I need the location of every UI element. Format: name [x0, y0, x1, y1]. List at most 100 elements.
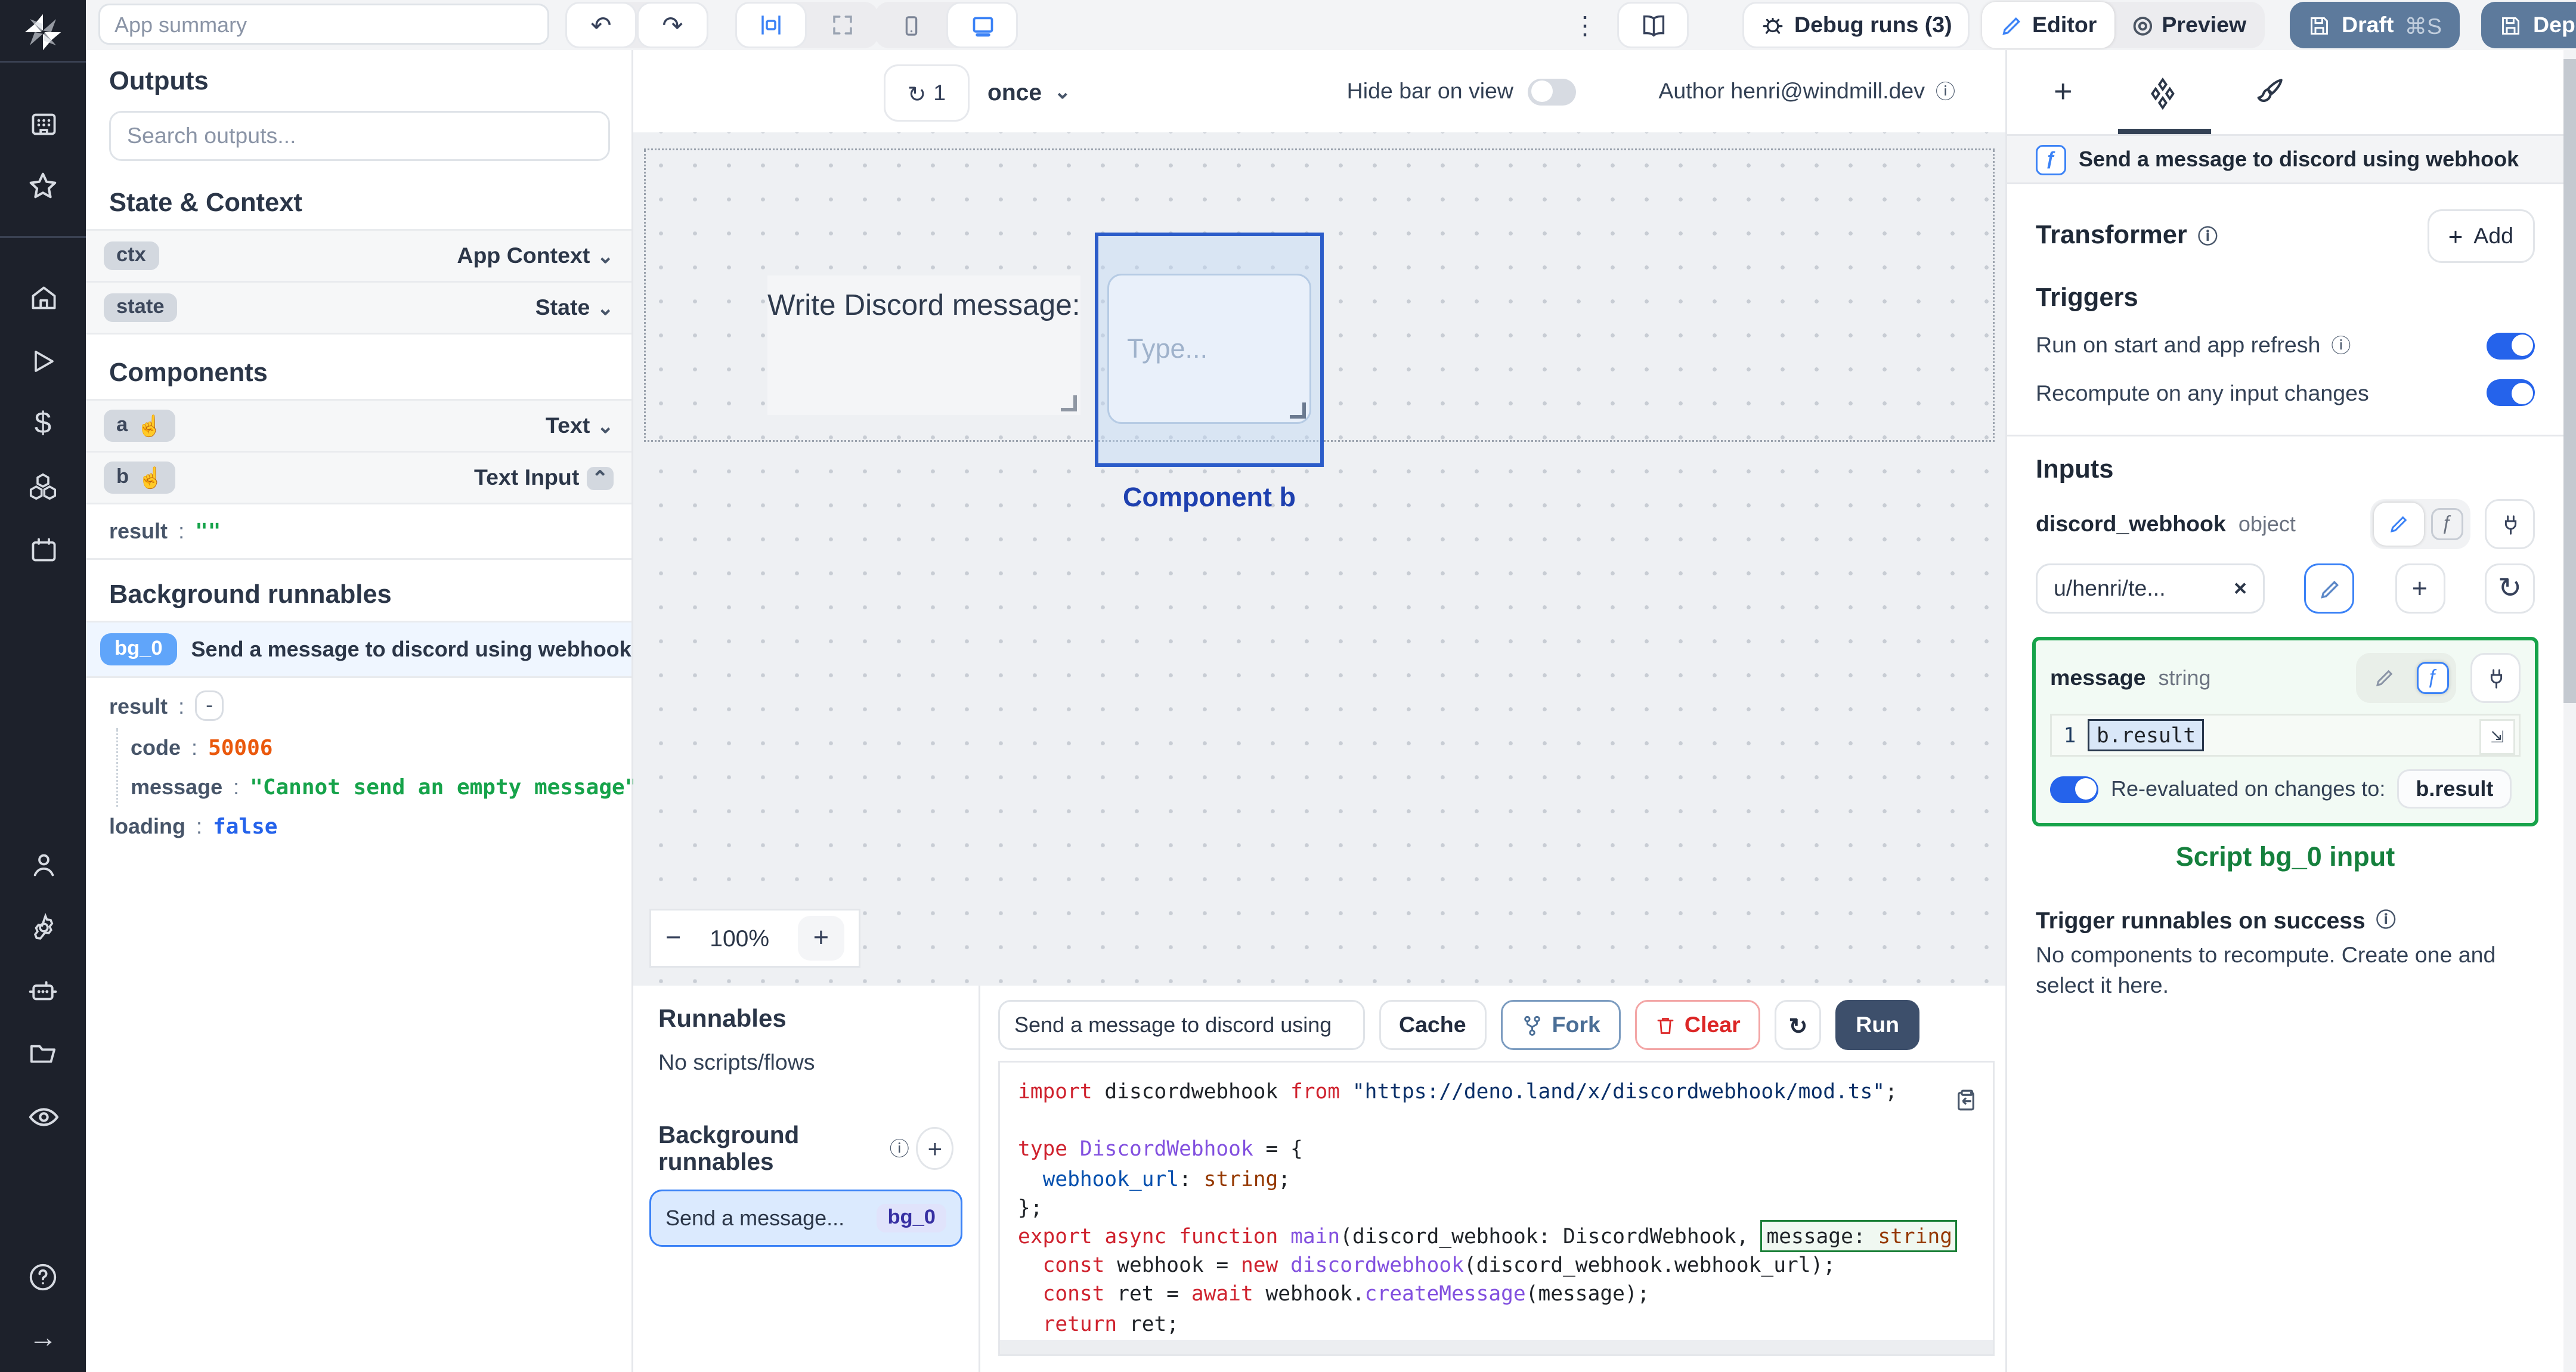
ctx-row[interactable]: ctx App Context ⌄ — [86, 229, 631, 283]
runs-play-icon[interactable] — [0, 329, 86, 392]
resize-handle[interactable] — [1061, 395, 1077, 411]
chevron-up-icon[interactable]: ⌃ — [586, 466, 614, 490]
resources-cubes-icon[interactable] — [0, 455, 86, 518]
chevron-down-icon[interactable]: ⌄ — [597, 414, 614, 438]
deploy-label: Deploy — [2533, 13, 2576, 38]
app-summary-input[interactable] — [98, 4, 549, 45]
deploy-button[interactable]: Deploy — [2481, 2, 2576, 48]
fullscreen-icon[interactable] — [807, 2, 878, 48]
code-line: type DiscordWebhook = { — [1018, 1136, 1303, 1162]
tab-style-brush-icon[interactable] — [2252, 75, 2286, 109]
workspace-icon[interactable] — [0, 92, 86, 155]
chevron-down-icon[interactable]: ⌄ — [597, 296, 614, 320]
desktop-icon[interactable] — [946, 2, 1018, 48]
code-editor[interactable]: import discordwebhook from "https://deno… — [998, 1061, 1995, 1356]
settings-gear-icon[interactable] — [0, 896, 86, 959]
state-row[interactable]: state State ⌄ — [86, 283, 631, 335]
code-panel: Cache Fork Clear ↻ Run import discordweb… — [980, 986, 2005, 1372]
canvas-toolbar: ↻ 1 once ⌄ Hide bar on view Author henri… — [633, 50, 2005, 134]
app-canvas[interactable]: Write Discord message: Type... Component… — [633, 132, 2005, 986]
selected-component-b[interactable]: Type... — [1095, 233, 1324, 467]
variables-dollar-icon[interactable]: $ — [0, 392, 86, 456]
chevron-down-icon[interactable]: ⌄ — [597, 244, 614, 268]
horizontal-scrollbar[interactable] — [1000, 1340, 1993, 1354]
expr-editor[interactable]: 1 b.result ⇲ — [2050, 714, 2521, 757]
tab-insert-plus-icon[interactable]: + — [2054, 73, 2073, 111]
colon: : — [178, 519, 185, 544]
clear-button[interactable]: Clear — [1634, 1000, 1760, 1050]
refresh-resource-icon[interactable]: ↻ — [2484, 563, 2535, 614]
undo-icon[interactable]: ↶ — [565, 2, 637, 48]
cache-button[interactable]: Cache — [1379, 1000, 1486, 1050]
favorites-star-icon[interactable] — [0, 155, 86, 218]
schedules-calendar-icon[interactable] — [0, 518, 86, 581]
tab-preview[interactable]: ◎ Preview — [2114, 2, 2264, 48]
fork-icon — [1523, 1015, 1540, 1035]
audit-eye-icon[interactable] — [0, 1085, 86, 1148]
connect-plug-icon[interactable] — [2485, 499, 2535, 549]
trigger-success-header: Trigger runnables on success ⓘ — [2007, 905, 2563, 934]
copy-code-icon[interactable] — [1953, 1088, 1979, 1113]
text-component-a[interactable]: Write Discord message: — [767, 275, 1080, 415]
resize-handle[interactable] — [1290, 402, 1306, 419]
fork-button[interactable]: Fork — [1500, 1000, 1620, 1050]
refresh-count-button[interactable]: ↻ 1 — [884, 64, 970, 122]
bug-icon — [1763, 17, 1783, 34]
eval-fn-icon[interactable]: ƒ — [2417, 662, 2449, 694]
runnable-header-title: Send a message to discord using webhook — [2079, 147, 2519, 172]
eval-fn-icon[interactable]: ƒ — [2431, 508, 2463, 540]
tab-settings-diamonds-icon[interactable] — [2144, 75, 2180, 110]
docs-book-icon[interactable] — [1617, 2, 1689, 48]
trigger-recompute-row: Recompute on any input changes — [2007, 379, 2563, 406]
resource-picker-input[interactable]: u/henri/te... × — [2036, 563, 2265, 614]
debug-runs-button[interactable]: Debug runs (3) — [1742, 2, 1970, 48]
b-result-value: "" — [195, 519, 221, 544]
refresh-code-button[interactable]: ↻ — [1774, 1000, 1822, 1050]
reeval-target-pill[interactable]: b.result — [2398, 769, 2512, 809]
help-icon[interactable] — [0, 1246, 86, 1309]
recompute-toggle[interactable] — [2487, 379, 2535, 406]
tab-editor[interactable]: Editor — [1982, 2, 2115, 48]
home-icon[interactable] — [0, 266, 86, 329]
mobile-icon[interactable] — [875, 2, 946, 48]
bg0-runnable-row[interactable]: bg_0 Send a message to discord using web… — [86, 621, 661, 678]
static-pencil-icon[interactable] — [2374, 503, 2424, 546]
scrollbar-thumb[interactable] — [2563, 59, 2576, 703]
collapse-result-button[interactable]: - — [195, 690, 224, 721]
info-icon[interactable]: ⓘ — [1936, 77, 1955, 106]
draft-button[interactable]: Draft ⌘S — [2290, 2, 2460, 48]
schedule-dropdown[interactable]: once ⌄ — [987, 64, 1071, 118]
workers-robot-icon[interactable] — [0, 959, 86, 1022]
component-b-row[interactable]: b ☝ Text Input ⌃ — [86, 453, 631, 504]
search-outputs-input[interactable] — [109, 111, 610, 161]
more-menu-icon[interactable]: ⋮ — [1563, 2, 1606, 48]
bg0-runnable-item[interactable]: Send a message... bg_0 — [649, 1190, 962, 1247]
author-label: Author henri@windmill.dev — [1658, 79, 1925, 104]
add-background-runnable-button[interactable]: + — [916, 1127, 953, 1170]
bg0-loading-key: loading — [109, 814, 186, 839]
text-component-value: Write Discord message: — [767, 290, 1080, 322]
hide-bar-toggle[interactable] — [1528, 78, 1576, 105]
user-icon[interactable] — [0, 833, 86, 896]
static-pencil-icon[interactable] — [2360, 656, 2410, 699]
zoom-in-button[interactable]: + — [797, 916, 844, 961]
windmill-logo-icon[interactable] — [23, 11, 63, 52]
run-button[interactable]: Run — [1836, 1000, 1919, 1050]
add-resource-icon[interactable]: + — [2394, 563, 2445, 614]
redo-icon[interactable]: ↷ — [637, 2, 708, 48]
expand-editor-icon[interactable]: ⇲ — [2479, 719, 2515, 755]
component-a-row[interactable]: a ☝ Text ⌄ — [86, 399, 631, 453]
edit-resource-pencil-icon[interactable] — [2304, 563, 2355, 614]
zoom-out-button[interactable]: − — [665, 923, 681, 953]
reeval-toggle[interactable] — [2050, 775, 2098, 803]
run-on-start-toggle[interactable] — [2487, 332, 2535, 359]
center-layout-icon[interactable] — [735, 2, 807, 48]
text-input-component[interactable]: Type... — [1107, 274, 1311, 424]
runnable-name-input[interactable] — [998, 1000, 1365, 1050]
clear-x-icon[interactable]: × — [2234, 576, 2247, 601]
connect-plug-icon[interactable] — [2470, 653, 2521, 703]
folders-icon[interactable] — [0, 1022, 86, 1085]
collapse-arrow-icon[interactable]: → — [0, 1309, 86, 1372]
add-transformer-button[interactable]: + Add — [2426, 209, 2535, 263]
refresh-icon: ↻ — [1788, 1013, 1808, 1039]
